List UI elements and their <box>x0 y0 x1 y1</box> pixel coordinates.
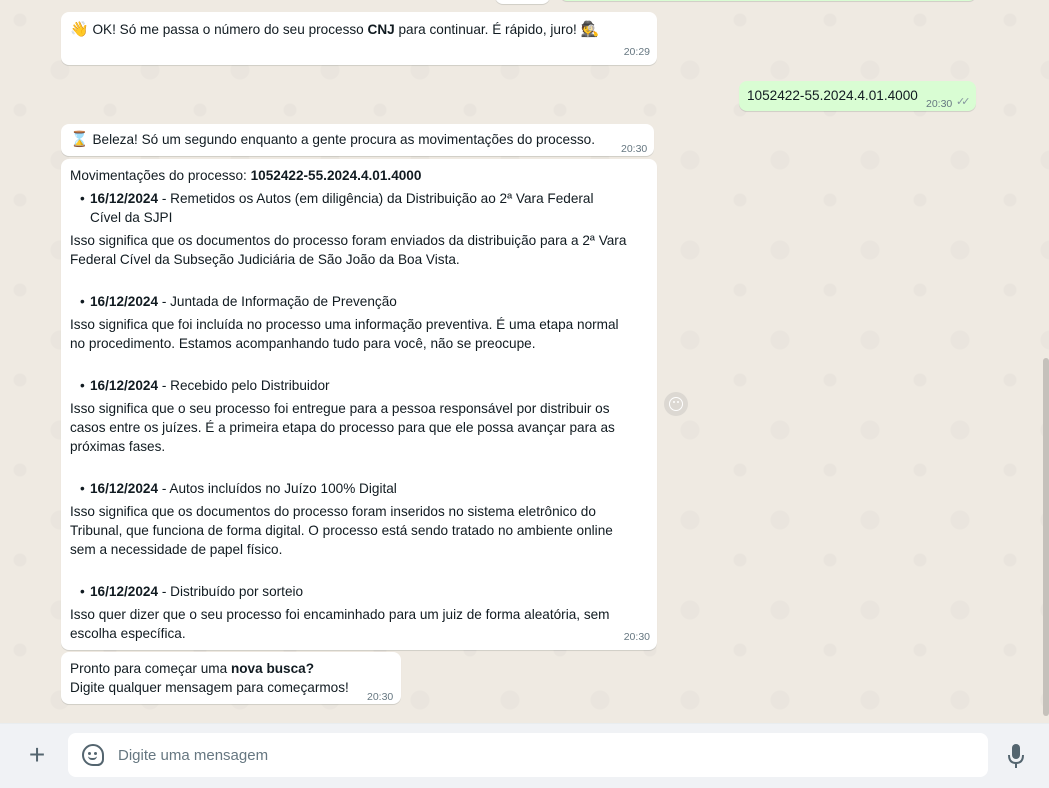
message-text: ⌛ Beleza! Só um segundo enquanto a gente… <box>70 130 595 148</box>
movement-item: 16/12/2024 - Autos incluídos no Juízo 10… <box>80 479 397 498</box>
movement-title: - Recebido pelo Distribuidor <box>158 378 330 393</box>
process-number: 1052422-55.2024.4.01.4000 <box>250 168 422 183</box>
message-time: 20:30 <box>623 631 650 643</box>
movement-explain: Isso significa que o seu processo foi en… <box>70 401 610 416</box>
movement-explain: Isso significa que os documentos do proc… <box>70 504 596 519</box>
movement-date: 16/12/2024 <box>90 294 159 309</box>
movement-item: 16/12/2024 - Distribuído por sorteio <box>80 582 304 601</box>
message-text: 1052422-55.2024.4.01.4000 <box>747 88 918 103</box>
movement-title: - Juntada de Informação de Prevenção <box>158 294 397 309</box>
compose-bar: + <box>0 723 1049 788</box>
movement-item: 16/12/2024 - Recebido pelo Distribuidor <box>80 376 330 395</box>
chat-scrollbar[interactable] <box>1043 358 1049 716</box>
movement-explain: Isso significa que os documentos do proc… <box>70 233 627 248</box>
movement-explain: escolha específica. <box>70 626 186 641</box>
plus-icon[interactable]: + <box>22 741 52 771</box>
mic-icon[interactable] <box>1008 744 1024 770</box>
message-time: 20:30 <box>926 98 953 110</box>
movement-date: 16/12/2024 <box>90 584 159 599</box>
sticker-icon[interactable] <box>82 744 104 766</box>
react-emoji-button[interactable] <box>664 392 688 416</box>
message-time: 20:30 <box>621 143 648 155</box>
movements-header: Movimentações do processo: 1052422-55.20… <box>70 168 422 183</box>
movement-explain: Isso significa que foi incluída no proce… <box>70 317 619 332</box>
incoming-message[interactable]: Pronto para começar uma nova busca? Digi… <box>61 652 401 704</box>
message-input-box[interactable] <box>68 733 988 777</box>
chat-area: 👋 OK! Só me passa o número do seu proces… <box>0 0 1049 723</box>
waving-hand-emoji: 👋 <box>70 20 89 38</box>
movement-explain: próximas fases. <box>70 439 166 454</box>
movement-title: - Distribuído por sorteio <box>158 584 304 599</box>
message-input[interactable] <box>118 733 968 777</box>
message-text: Pronto para começar uma nova busca? <box>70 661 315 676</box>
message-text: Digite qualquer mensagem para começarmos… <box>70 680 349 695</box>
movement-title: - Autos incluídos no Juízo 100% Digital <box>158 481 397 496</box>
movement-explain: sem a necessidade de papel físico. <box>70 542 283 557</box>
hourglass-emoji: ⌛ <box>70 130 89 148</box>
movement-explain: no procedimento. Estamos acompanhando tu… <box>70 336 536 351</box>
date-pill <box>495 0 550 4</box>
message-text: 👋 OK! Só me passa o número do seu proces… <box>70 20 600 38</box>
incoming-message[interactable]: 👋 OK! Só me passa o número do seu proces… <box>61 12 657 65</box>
message-time: 20:30 <box>367 691 394 703</box>
movement-explain: Tribunal, que funciona de forma digital.… <box>70 523 613 538</box>
smiley-icon <box>669 397 683 411</box>
message-time: 20:29 <box>623 46 650 58</box>
movement-date: 16/12/2024 <box>90 191 159 206</box>
movement-explain: Isso quer dizer que o seu processo foi e… <box>70 607 610 622</box>
previous-message-edge <box>560 0 976 1</box>
outgoing-message[interactable]: 1052422-55.2024.4.01.4000 20:30 ✓✓ <box>739 81 976 111</box>
incoming-message[interactable]: Movimentações do processo: 1052422-55.20… <box>61 159 657 650</box>
movement-title: - Remetidos os Autos (em diligência) da … <box>158 191 594 206</box>
movement-date: 16/12/2024 <box>90 378 159 393</box>
movement-explain: casos entre os juízes. É a primeira etap… <box>70 420 615 435</box>
incoming-message[interactable]: ⌛ Beleza! Só um segundo enquanto a gente… <box>61 124 654 156</box>
movement-item: 16/12/2024 - Juntada de Informação de Pr… <box>80 292 397 311</box>
detective-emoji: 🕵 <box>580 20 600 38</box>
movement-title-cont: Cível da SJPI <box>90 210 173 225</box>
movement-item: 16/12/2024 - Remetidos os Autos (em dili… <box>80 189 594 208</box>
read-ticks-icon: ✓✓ <box>956 96 971 108</box>
movement-explain: Federal Cível da Subseção Judiciária de … <box>70 252 460 267</box>
movement-date: 16/12/2024 <box>90 481 159 496</box>
